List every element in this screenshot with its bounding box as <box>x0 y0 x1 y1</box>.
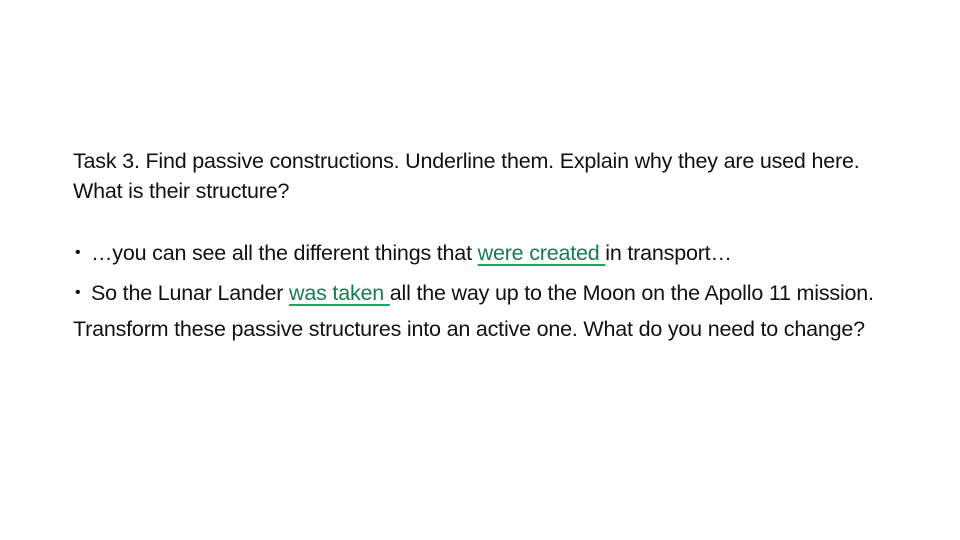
example-item: • …you can see all the different things … <box>73 238 883 268</box>
slide: Task 3. Find passive constructions. Unde… <box>0 0 960 540</box>
example-text-before: So the Lunar Lander <box>91 281 290 305</box>
followup-question: Transform these passive structures into … <box>73 317 865 341</box>
slide-content: Task 3. Find passive constructions. Unde… <box>73 146 883 344</box>
passive-construction: was taken <box>289 281 390 305</box>
bullet-icon: • <box>75 244 81 261</box>
passive-construction: were created <box>477 241 606 265</box>
example-text-after: all the way up to the Moon on the Apollo… <box>389 281 874 305</box>
task-prompt: Task 3. Find passive constructions. Unde… <box>73 149 860 203</box>
example-text-before: …you can see all the different things th… <box>91 241 478 265</box>
example-item: • So the Lunar Lander was taken all the … <box>73 278 883 308</box>
examples-list: • …you can see all the different things … <box>73 238 883 308</box>
example-text-after: in transport… <box>605 241 732 265</box>
bullet-icon: • <box>75 284 81 301</box>
